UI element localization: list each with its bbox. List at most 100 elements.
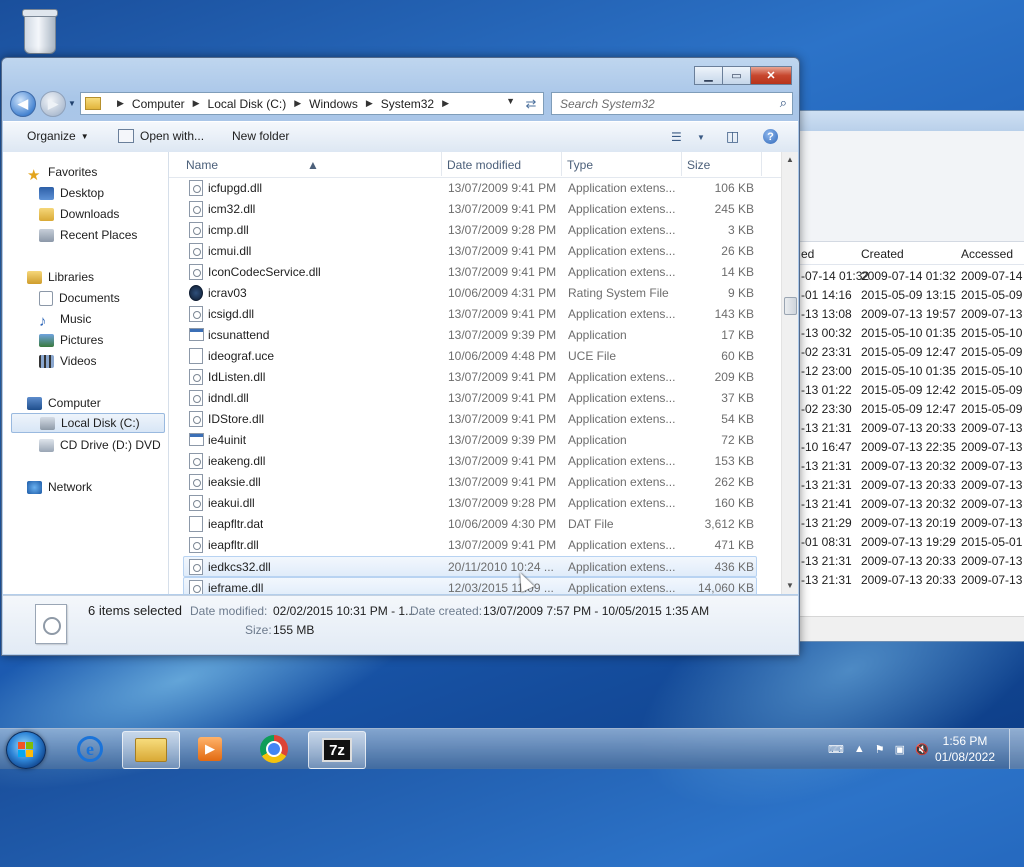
column-divider[interactable] [761,152,762,176]
background-7zip-window[interactable]: ed Created Accessed -07-14 01:32 2009-07-… [792,110,1024,642]
column-modified-header[interactable]: ed [801,247,814,261]
preview-pane-icon[interactable]: ◫ [726,128,739,145]
column-type-header[interactable]: Type [567,158,593,172]
file-row[interactable]: icm32.dll 13/07/2009 9:41 PM Application e… [184,199,756,219]
file-row[interactable]: icmui.dll 13/07/2009 9:41 PM Application e… [184,241,756,261]
change-view-icon[interactable]: ☰ [671,130,682,144]
back-button[interactable]: ◀ [10,91,36,117]
breadcrumb-chevron-icon[interactable]: ▶ [117,98,124,109]
file-row[interactable]: ie4uinit 13/07/2009 9:39 PM Application 72 … [184,430,756,450]
new-folder-button[interactable]: New folder [232,129,289,143]
scroll-up-icon[interactable]: ▲ [782,152,798,168]
breadcrumb-chevron-icon[interactable]: ▶ [366,98,373,109]
nav-recent-places[interactable]: Recent Places [39,225,137,245]
nav-desktop[interactable]: Desktop [39,183,104,203]
action-center-flag-icon[interactable]: ⚑ [875,743,885,756]
help-icon[interactable]: ? [763,129,778,144]
taskbar-windows-explorer[interactable] [122,731,180,769]
show-desktop-button[interactable] [1009,729,1024,769]
file-row[interactable]: ieaksie.dll 13/07/2009 9:41 PM Application… [184,472,756,492]
file-row[interactable]: icsunattend 13/07/2009 9:39 PM Application… [184,325,756,345]
close-button[interactable]: ✕ [750,66,792,85]
column-name-header[interactable]: Name [186,158,218,172]
background-file-row[interactable]: -01 08:31 2009-07-13 19:29 2015-05-01 0 [793,532,1024,551]
taskbar-chrome[interactable] [246,731,302,767]
recent-pages-dropdown-icon[interactable]: ▼ [68,99,76,108]
nav-network[interactable]: Network [27,477,92,497]
minimize-button[interactable]: ▁ [694,66,723,85]
refresh-button[interactable]: ⇄ [519,92,544,115]
view-options-dropdown-icon[interactable]: ▼ [697,133,705,142]
taskbar-internet-explorer[interactable]: e [62,731,118,767]
search-box[interactable]: ⌕ [551,92,793,115]
column-accessed-header[interactable]: Accessed [961,247,1013,261]
open-with-button[interactable]: Open with... [118,129,204,143]
background-file-row[interactable]: -13 21:31 2009-07-13 20:33 2009-07-13 2 [793,475,1024,494]
file-row[interactable]: icrav03 10/06/2009 4:31 PM Rating System F… [184,283,756,303]
file-row[interactable]: ieapfltr.dll 13/07/2009 9:41 PM Applicatio… [184,535,756,555]
start-button[interactable] [6,731,46,769]
breadcrumb-windows[interactable]: Windows [309,97,358,111]
column-divider[interactable] [441,152,442,176]
network-status-icon[interactable]: ▣ [895,743,905,756]
vertical-scrollbar[interactable]: ▲ ▼ [781,152,798,594]
forward-button[interactable]: ▶ [40,91,66,117]
maximize-button[interactable]: ▭ [722,66,751,85]
taskbar-7zip[interactable]: 7z [308,731,366,769]
explorer-window[interactable]: ▁ ▭ ✕ ◀ ▶ ▼ ▶ Computer ▶ Local Disk (C:)… [1,57,800,656]
file-row[interactable]: ideograf.uce 10/06/2009 4:48 PM UCE File 60… [184,346,756,366]
nav-libraries[interactable]: Libraries [27,267,94,287]
file-row[interactable]: icfupgd.dll 13/07/2009 9:41 PM Application… [184,178,756,198]
volume-muted-icon[interactable]: 🔇 [915,743,929,756]
background-file-row[interactable]: -10 16:47 2009-07-13 22:35 2009-07-13 2 [793,437,1024,456]
nav-documents[interactable]: Documents [39,288,120,308]
background-file-row[interactable]: -13 21:31 2009-07-13 20:33 2009-07-13 2 [793,570,1024,589]
nav-favorites[interactable]: ★ Favorites [27,162,97,184]
breadcrumb-chevron-icon[interactable]: ▶ [193,98,200,109]
address-dropdown-icon[interactable]: ▼ [506,96,515,106]
nav-pictures[interactable]: Pictures [39,330,103,350]
background-file-row[interactable]: -12 23:00 2015-05-10 01:35 2015-05-10 0 [793,361,1024,380]
background-file-row[interactable]: -13 01:22 2015-05-09 12:42 2015-05-09 1 [793,380,1024,399]
show-hidden-icons-icon[interactable]: ▲ [854,743,865,755]
scroll-thumb[interactable] [784,297,797,315]
background-file-row[interactable]: -13 13:08 2009-07-13 19:57 2009-07-13 1 [793,304,1024,323]
nav-videos[interactable]: Videos [39,351,96,371]
file-row[interactable]: ieakui.dll 13/07/2009 9:28 PM Application … [184,493,756,513]
file-row[interactable]: icmp.dll 13/07/2009 9:28 PM Application ex… [184,220,756,240]
address-bar[interactable]: ▶ Computer ▶ Local Disk (C:) ▶ Windows ▶… [80,92,521,115]
breadcrumb-computer[interactable]: Computer [132,97,185,111]
background-file-row[interactable]: -13 00:32 2015-05-10 01:35 2015-05-10 0 [793,323,1024,342]
background-file-row[interactable]: -13 21:41 2009-07-13 20:32 2009-07-13 2 [793,494,1024,513]
file-row[interactable]: ieapfltr.dat 10/06/2009 4:30 PM DAT File 3,… [184,514,756,534]
column-size-header[interactable]: Size [687,158,710,172]
background-file-row[interactable]: -02 23:31 2015-05-09 12:47 2015-05-09 1 [793,342,1024,361]
keyboard-icon[interactable]: ⌨ [828,743,844,756]
background-file-row[interactable]: -01 14:16 2015-05-09 13:15 2015-05-09 1 [793,285,1024,304]
file-row[interactable]: IconCodecService.dll 13/07/2009 9:41 PM Ap… [184,262,756,282]
system-clock[interactable]: 1:56 PM 01/08/2022 [930,733,1000,765]
breadcrumb-system32[interactable]: System32 [381,97,434,111]
background-file-row[interactable]: -13 21:31 2009-07-13 20:32 2009-07-13 2 [793,456,1024,475]
file-row[interactable]: ieakeng.dll 13/07/2009 9:41 PM Application… [184,451,756,471]
breadcrumb-local-disk[interactable]: Local Disk (C:) [208,97,287,111]
column-divider[interactable] [681,152,682,176]
column-divider[interactable] [561,152,562,176]
column-created-header[interactable]: Created [861,247,904,261]
background-file-row[interactable]: -13 21:29 2009-07-13 20:19 2009-07-13 2 [793,513,1024,532]
recycle-bin-icon[interactable] [18,6,62,54]
background-file-row[interactable]: -07-14 01:32 2009-07-14 01:32 2009-07-14 [793,266,1024,285]
nav-computer[interactable]: Computer [27,393,101,413]
file-row[interactable]: ieframe.dll 12/03/2015 11:09 ... Applicati… [183,577,757,594]
taskbar-media-player[interactable]: ▶ [182,731,238,767]
organize-button[interactable]: Organize ▼ [27,129,89,143]
breadcrumb-chevron-icon[interactable]: ▶ [442,98,449,109]
file-row[interactable]: IdListen.dll 13/07/2009 9:41 PM Applicatio… [184,367,756,387]
file-row[interactable]: iedkcs32.dll 20/11/2010 10:24 ... Applicat… [183,556,757,577]
nav-cd-drive[interactable]: CD Drive (D:) DVD [39,435,161,455]
background-file-row[interactable]: -13 21:31 2009-07-13 20:33 2009-07-13 2 [793,551,1024,570]
search-input[interactable] [558,95,762,113]
background-file-row[interactable]: -02 23:30 2015-05-09 12:47 2015-05-09 1 [793,399,1024,418]
nav-music[interactable]: ♪ Music [39,309,91,330]
nav-local-disk[interactable]: Local Disk (C:) [11,413,165,433]
